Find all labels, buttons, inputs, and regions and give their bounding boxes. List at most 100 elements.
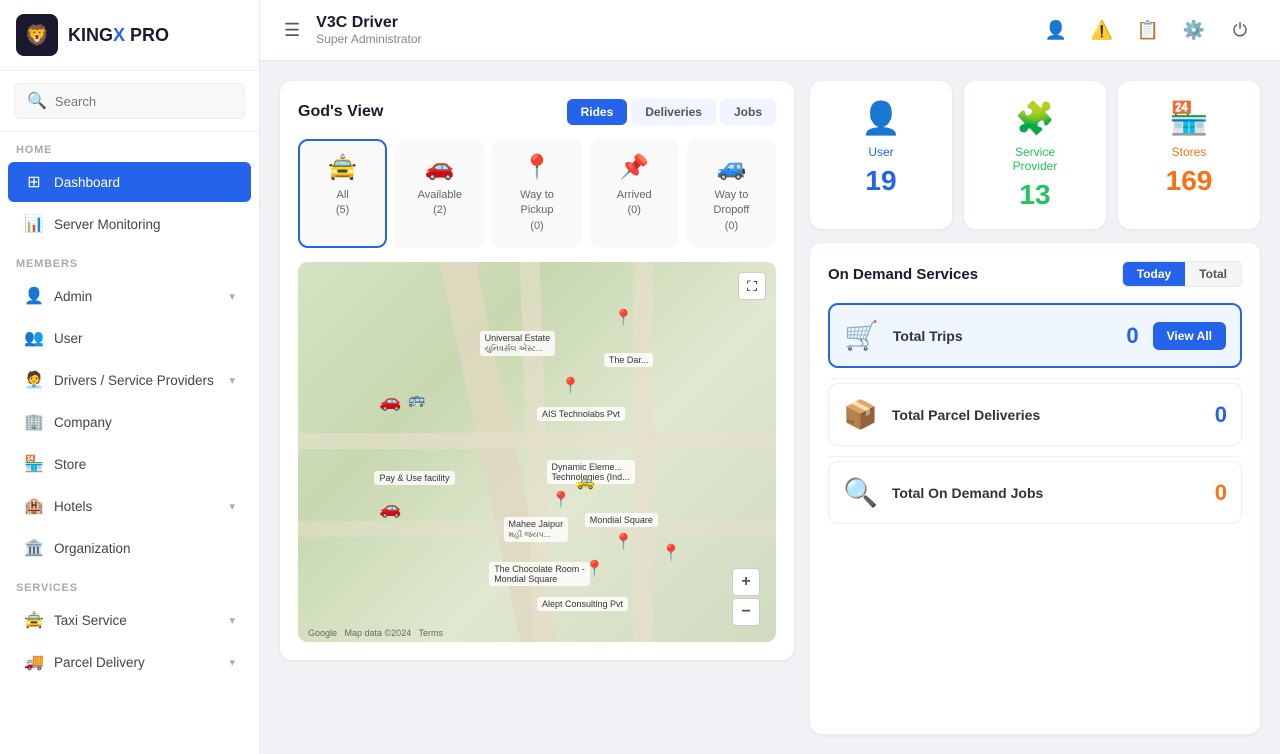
map-label-mahee: Mahee Jaipurમહી જયપ... xyxy=(504,517,569,542)
status-card-way-to-pickup[interactable]: 📍 Way to Pickup(0) xyxy=(492,139,581,248)
chevron-down-icon: ▾ xyxy=(229,374,235,387)
map-car-4: 🚕 xyxy=(575,471,595,491)
notes-icon[interactable]: 📋 xyxy=(1132,14,1164,46)
user-stat-icon: 👤 xyxy=(824,99,938,137)
status-card-way-to-dropoff[interactable]: 🚙 Way to Dropoff(0) xyxy=(687,139,776,248)
demand-tab-today[interactable]: Today xyxy=(1123,262,1185,286)
settings-icon[interactable]: ⚙️ xyxy=(1178,14,1210,46)
provider-stat-label: ServiceProvider xyxy=(978,145,1092,173)
status-label-all: All(5) xyxy=(308,188,377,219)
on-demand-card: On Demand Services Today Total 🛒 Total T… xyxy=(810,243,1260,734)
map-car-3: 🚗 xyxy=(379,498,401,519)
view-all-button[interactable]: View All xyxy=(1153,322,1226,350)
demand-tab-total[interactable]: Total xyxy=(1185,262,1241,286)
search-section: 🔍 xyxy=(0,71,259,132)
jobs-icon: 🔍 xyxy=(843,476,878,509)
search-icon: 🔍 xyxy=(27,91,47,111)
gods-view-header: God's View Rides Deliveries Jobs xyxy=(298,99,776,125)
sidebar-item-parcel-delivery[interactable]: 🚚 Parcel Delivery ▾ xyxy=(8,642,251,682)
server-icon: 📊 xyxy=(24,214,44,234)
divider-1 xyxy=(828,378,1242,379)
logo-x: X xyxy=(113,25,125,45)
trips-count: 0 xyxy=(1126,323,1138,349)
sidebar-item-admin[interactable]: 👤 Admin ▾ xyxy=(8,276,251,316)
stores-stat-icon: 🏪 xyxy=(1132,99,1246,137)
section-home-label: HOME xyxy=(0,132,259,160)
drivers-icon: 🧑‍💼 xyxy=(24,370,44,390)
sidebar-item-label: Hotels xyxy=(54,499,92,514)
map-label-universal: Universal Estateયુનિવર્સલ એસ્ટ... xyxy=(480,331,556,356)
sidebar-item-store[interactable]: 🏪 Store xyxy=(8,444,251,484)
all-rides-icon: 🚖 xyxy=(308,153,377,182)
demand-item-on-demand-jobs: 🔍 Total On Demand Jobs 0 xyxy=(828,461,1242,524)
map-fullscreen-button[interactable]: ⛶ xyxy=(738,272,766,300)
map-container: Universal Estateયુનિવર્સલ એસ્ટ... The Da… xyxy=(298,262,776,642)
search-box[interactable]: 🔍 xyxy=(14,83,245,119)
header-actions: 👤 ⚠️ 📋 ⚙️ ⏻ xyxy=(1040,14,1256,46)
left-panel: God's View Rides Deliveries Jobs 🚖 All(5… xyxy=(280,81,794,734)
chevron-down-icon: ▾ xyxy=(229,614,235,627)
dashboard-icon: ⊞ xyxy=(24,172,44,192)
zoom-out-button[interactable]: − xyxy=(732,598,760,626)
map-car-1: 🚗 xyxy=(379,391,401,412)
search-input[interactable] xyxy=(55,94,232,109)
sidebar-item-hotels[interactable]: 🏨 Hotels ▾ xyxy=(8,486,251,526)
zoom-in-button[interactable]: + xyxy=(732,568,760,596)
hotels-icon: 🏨 xyxy=(24,496,44,516)
sidebar-item-dashboard[interactable]: ⊞ Dashboard xyxy=(8,162,251,202)
way-to-pickup-icon: 📍 xyxy=(502,153,571,182)
sidebar-item-user[interactable]: 👥 User xyxy=(8,318,251,358)
status-card-all[interactable]: 🚖 All(5) xyxy=(298,139,387,248)
gods-view-title: God's View xyxy=(298,103,383,121)
sidebar-item-organization[interactable]: 🏛️ Organization xyxy=(8,528,251,568)
content-area: God's View Rides Deliveries Jobs 🚖 All(5… xyxy=(260,61,1280,754)
alert-icon[interactable]: ⚠️ xyxy=(1086,14,1118,46)
map-pin-1: 📍 xyxy=(613,308,633,328)
stat-cards-row: 👤 User 19 🧩 ServiceProvider 13 🏪 Stores … xyxy=(810,81,1260,229)
tab-rides[interactable]: Rides xyxy=(567,99,628,125)
trips-label: Total Trips xyxy=(893,328,1113,344)
menu-button[interactable]: ☰ xyxy=(284,20,300,41)
tab-jobs[interactable]: Jobs xyxy=(720,99,776,125)
stat-card-user: 👤 User 19 xyxy=(810,81,952,229)
sidebar-item-server-monitoring[interactable]: 📊 Server Monitoring xyxy=(8,204,251,244)
sidebar-item-label: Server Monitoring xyxy=(54,217,161,232)
logo-icon: 🦁 xyxy=(16,14,58,56)
stat-card-service-provider: 🧩 ServiceProvider 13 xyxy=(964,81,1106,229)
map-label-pay: Pay & Use facility xyxy=(374,471,454,485)
rides-tab-group: Rides Deliveries Jobs xyxy=(567,99,776,125)
status-label-available: Available(2) xyxy=(405,188,474,219)
demand-header: On Demand Services Today Total xyxy=(828,261,1242,287)
map-label-ais: AIS Technolabs Pvt xyxy=(537,407,625,421)
section-services-label: SERVICES xyxy=(0,570,259,598)
map-credit: Google Map data ©2024 Terms xyxy=(308,628,443,638)
logo-text: KINGX PRO xyxy=(68,25,169,46)
demand-item-total-trips: 🛒 Total Trips 0 View All xyxy=(828,303,1242,368)
demand-tab-group: Today Total xyxy=(1122,261,1242,287)
chevron-down-icon: ▾ xyxy=(229,656,235,669)
status-card-available[interactable]: 🚗 Available(2) xyxy=(395,139,484,248)
map-car-2: 🚌 xyxy=(408,391,425,408)
status-cards-row: 🚖 All(5) 🚗 Available(2) 📍 Way to Pickup(… xyxy=(298,139,776,248)
sidebar-item-company[interactable]: 🏢 Company xyxy=(8,402,251,442)
arrived-icon: 📌 xyxy=(600,153,669,182)
gods-view-card: God's View Rides Deliveries Jobs 🚖 All(5… xyxy=(280,81,794,660)
map-zoom-controls: + − xyxy=(732,568,760,626)
sidebar-item-label: Company xyxy=(54,415,112,430)
profile-icon[interactable]: 👤 xyxy=(1040,14,1072,46)
taxi-icon: 🚖 xyxy=(24,610,44,630)
map-label-mondial: Mondial Square xyxy=(585,513,658,527)
logo-area: 🦁 KINGX PRO xyxy=(0,0,259,71)
sidebar-item-label: Dashboard xyxy=(54,175,120,190)
power-icon[interactable]: ⏻ xyxy=(1224,14,1256,46)
stores-stat-label: Stores xyxy=(1132,145,1246,159)
parcel-count: 0 xyxy=(1215,402,1227,428)
store-icon: 🏪 xyxy=(24,454,44,474)
map-pin-2: 📍 xyxy=(561,376,581,396)
tab-deliveries[interactable]: Deliveries xyxy=(631,99,716,125)
map-background: Universal Estateયુનિવર્સલ એસ્ટ... The Da… xyxy=(298,262,776,642)
sidebar-item-drivers-service-providers[interactable]: 🧑‍💼 Drivers / Service Providers ▾ xyxy=(8,360,251,400)
page-title: V3C Driver xyxy=(316,14,1028,32)
sidebar-item-taxi-service[interactable]: 🚖 Taxi Service ▾ xyxy=(8,600,251,640)
status-card-arrived[interactable]: 📌 Arrived(0) xyxy=(590,139,679,248)
